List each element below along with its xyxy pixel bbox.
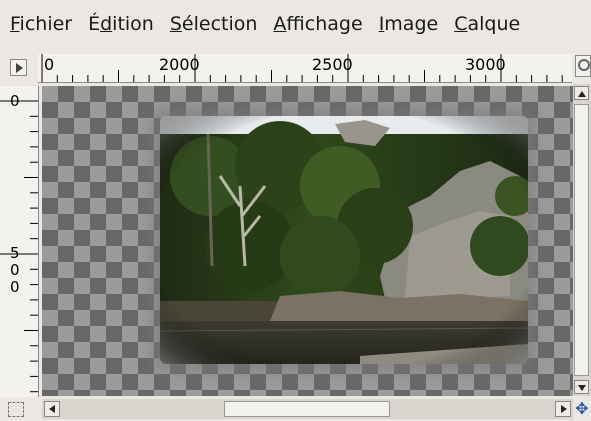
arrow-right-icon: [561, 405, 567, 413]
horizontal-scroll-thumb[interactable]: [224, 401, 390, 417]
hruler-label-3000: 3000: [465, 55, 506, 74]
menu-calque[interactable]: Calque: [454, 13, 520, 35]
horizontal-ruler[interactable]: 0 2000 2500 3000: [38, 54, 572, 83]
menu-edition[interactable]: Édition: [88, 13, 154, 35]
arrow-up-icon: [578, 91, 586, 97]
vertical-ruler-ticks: [0, 100, 38, 393]
image-menu-button[interactable]: [10, 59, 27, 76]
scroll-down-button[interactable]: [574, 380, 589, 394]
vertical-scrollbar[interactable]: [573, 84, 591, 396]
menu-fichier[interactable]: Fichier: [10, 13, 72, 35]
horizontal-scrollbar[interactable]: [42, 399, 573, 419]
vruler-label-5: 5: [10, 244, 20, 262]
scroll-up-button[interactable]: [574, 86, 589, 100]
hruler-label-0: 0: [44, 55, 55, 74]
navigate-icon[interactable]: ✥: [573, 398, 591, 420]
quick-mask-icon[interactable]: [8, 402, 24, 417]
arrow-down-icon: [578, 385, 586, 391]
scroll-right-button[interactable]: [555, 401, 571, 417]
arrow-left-icon: [49, 405, 55, 413]
photo-layer: [160, 116, 528, 364]
hruler-label-2000: 2000: [159, 55, 200, 74]
vertical-ruler[interactable]: 0 5 0 0: [0, 86, 39, 397]
hruler-label-2500: 2500: [312, 55, 353, 74]
scroll-left-button[interactable]: [44, 401, 60, 417]
vruler-label-0: 0: [10, 92, 20, 110]
menu-affichage[interactable]: Affichage: [273, 13, 362, 35]
menu-bar: Fichier Édition Sélection Affichage Imag…: [0, 0, 591, 48]
menu-selection[interactable]: Sélection: [170, 13, 258, 35]
image-canvas[interactable]: [42, 86, 573, 396]
vertical-scroll-thumb[interactable]: [574, 104, 589, 376]
vruler-label-0b: 0: [10, 261, 20, 279]
vruler-label-0c: 0: [10, 278, 20, 296]
menu-image[interactable]: Image: [379, 13, 439, 35]
zoom-icon[interactable]: [575, 55, 591, 77]
